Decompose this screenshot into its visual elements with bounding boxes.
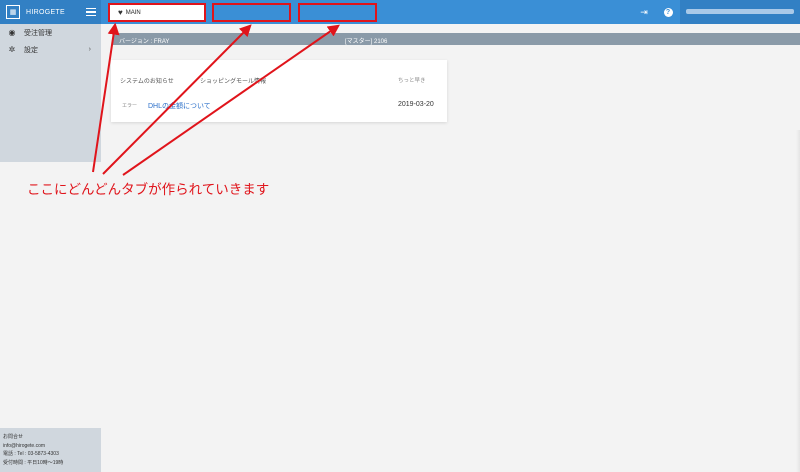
heart-icon: ♥: [118, 8, 123, 17]
tab-placeholder-2: [212, 3, 291, 22]
sidebar-item-settings[interactable]: ✲ 設定 ›: [0, 41, 101, 58]
annotation-text: ここにどんどんタブが作られていきます: [27, 182, 270, 197]
globe-icon: ◉: [8, 28, 16, 37]
sidebar-item-orders[interactable]: ◉ 受注管理: [0, 24, 101, 41]
version-text: バージョン : FRAY: [119, 39, 170, 45]
contact-hours: 受付時間 : 平日10時〜19時: [3, 459, 64, 466]
chevron-right-icon: ›: [88, 46, 91, 53]
master-text: [マスター] 2106: [345, 39, 388, 45]
brand-logo-icon: ▦: [6, 5, 20, 19]
news-panel: システムのお知らせ ショッピングモール情報 ちっと早き エラー DHLの金額につ…: [111, 60, 447, 122]
gear-icon: ✲: [8, 45, 16, 54]
right-edge-shadow: [796, 130, 800, 472]
news-link[interactable]: DHLの金額について: [148, 101, 211, 111]
tab-system-news[interactable]: システムのお知らせ: [120, 76, 174, 85]
contact-info: お問合せ info@hirogete.com 電話 : Tel : 03-587…: [0, 428, 101, 472]
contact-title: お問合せ: [3, 434, 24, 440]
news-date: 2019-03-20: [398, 101, 434, 108]
contact-phone: 電話 : Tel : 03-5873-4303: [3, 451, 59, 457]
sidebar-item-label: 設定: [24, 46, 38, 54]
tab-main[interactable]: ♥ MAIN: [108, 3, 206, 22]
contact-email[interactable]: info@hirogete.com: [3, 442, 98, 451]
column-header: ちっと早き: [398, 78, 426, 84]
sidebar: ◉ 受注管理 ✲ 設定 ›: [0, 24, 101, 162]
export-icon[interactable]: ⇥: [637, 5, 651, 19]
user-menu[interactable]: [680, 0, 800, 24]
user-name-blurred: [686, 9, 794, 14]
tab-placeholder-3: [298, 3, 377, 22]
top-header: ▦ HIROGETE ♥ MAIN ⇥ ?: [0, 0, 800, 24]
tab-main-label: MAIN: [125, 9, 141, 16]
tab-mall-news[interactable]: ショッピングモール情報: [200, 76, 266, 85]
hamburger-menu-icon[interactable]: [86, 5, 96, 19]
app-name: HIROGETE: [26, 8, 65, 16]
news-category: エラー: [122, 103, 138, 109]
sidebar-item-label: 受注管理: [24, 29, 52, 37]
version-bar: バージョン : FRAY [マスター] 2106: [113, 33, 800, 45]
help-icon[interactable]: ?: [661, 5, 675, 19]
